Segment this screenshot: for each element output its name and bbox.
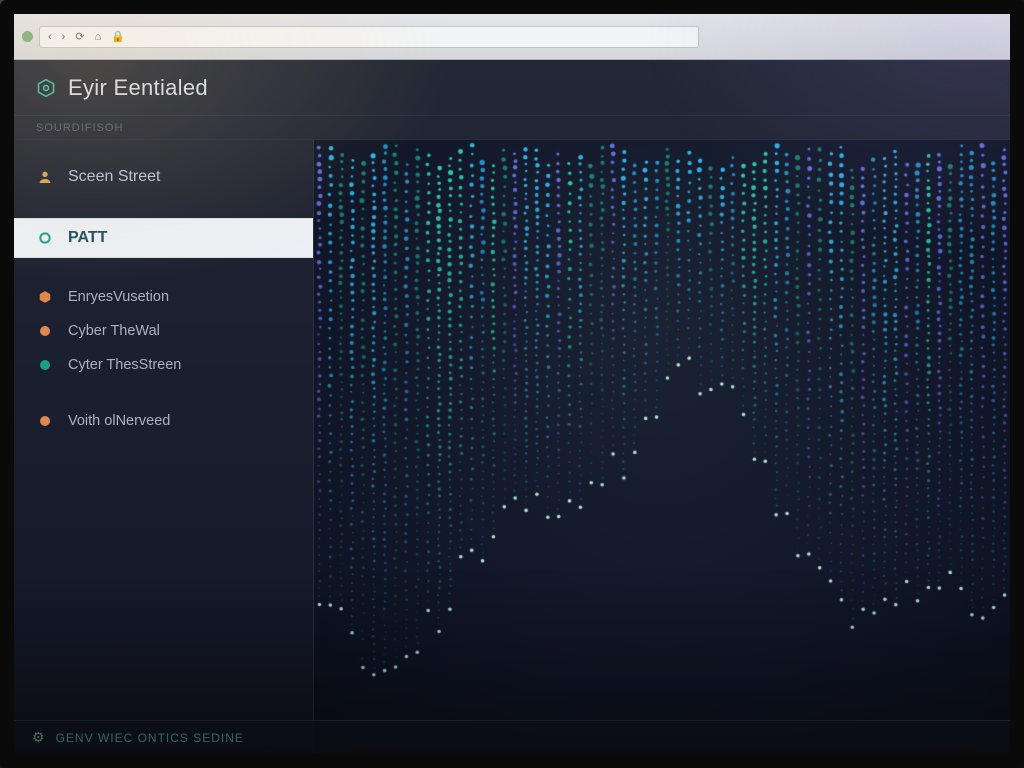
dot-orange-icon: [36, 412, 54, 430]
sub-header-label: SOURDIFISOH: [36, 122, 123, 134]
hex-icon: [36, 288, 54, 306]
sub-header: SOURDIFISOH: [14, 116, 1010, 140]
sidebar-gap: [14, 258, 313, 280]
lock-icon: 🔒: [111, 30, 125, 43]
back-icon[interactable]: ‹: [48, 31, 52, 43]
sidebar-item-label: Cyber TheWal: [68, 323, 160, 339]
app-title: Eyir Eentialed: [68, 75, 208, 101]
sidebar-item-screen-street[interactable]: Sceen Street: [14, 158, 313, 196]
sidebar-item-label: Sceen Street: [68, 168, 161, 186]
address-bar[interactable]: ‹ › ⟳ ⌂ 🔒: [39, 26, 699, 48]
sidebar-item-cyter-thes-streen[interactable]: Cyter ThesStreen: [14, 348, 313, 382]
ring-icon: [36, 229, 54, 247]
reload-icon[interactable]: ⟳: [75, 30, 84, 43]
sidebar-gap: [14, 196, 313, 218]
app-titlebar: Eyir Eentialed: [14, 60, 1010, 116]
sidebar-item-label: EnryesVusetion: [68, 289, 169, 305]
forward-icon[interactable]: ›: [62, 31, 66, 43]
browser-chrome: ‹ › ⟳ ⌂ 🔒: [14, 14, 1010, 60]
dot-orange-icon: [36, 322, 54, 340]
sidebar-item-label: PATT: [68, 229, 107, 247]
screen: ‹ › ⟳ ⌂ 🔒 Eyir Eentialed SOURDIFISOH: [14, 14, 1010, 754]
main-panel: [314, 140, 1010, 754]
user-icon: [36, 168, 54, 186]
app-surface: Eyir Eentialed SOURDIFISOH Sceen Street: [14, 60, 1010, 754]
status-text: GENV WIEC ONTICS SEDINE: [56, 731, 244, 745]
sidebar-item-label: Cyter ThesStreen: [68, 357, 181, 373]
browser-tab-indicator: [22, 31, 33, 42]
app-logo-icon: [36, 78, 56, 98]
sidebar: Sceen Street PATT EnryesVusetion: [14, 140, 314, 754]
matrix-rain-visual: [314, 140, 1010, 754]
app-body: Sceen Street PATT EnryesVusetion: [14, 140, 1010, 754]
sidebar-item-enryes-vusetion[interactable]: EnryesVusetion: [14, 280, 313, 314]
sidebar-gap: [14, 382, 313, 404]
dot-teal-icon: [36, 356, 54, 374]
gear-icon[interactable]: ⚙: [32, 729, 46, 746]
sidebar-item-cyber-thewal[interactable]: Cyber TheWal: [14, 314, 313, 348]
home-icon[interactable]: ⌂: [95, 31, 102, 43]
sidebar-item-patt[interactable]: PATT: [14, 218, 313, 258]
status-bar: ⚙ GENV WIEC ONTICS SEDINE: [14, 720, 1010, 754]
sidebar-item-label: Voith olNerveed: [68, 413, 170, 429]
sidebar-item-voith-olnerveed[interactable]: Voith olNerveed: [14, 404, 313, 438]
